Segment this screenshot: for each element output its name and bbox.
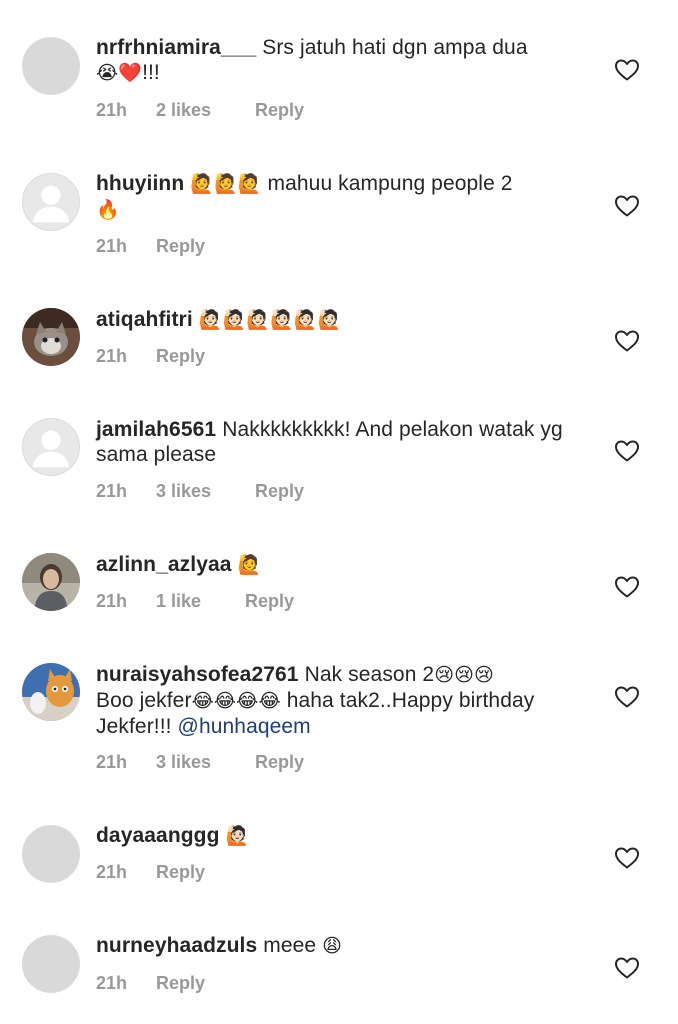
comment-body: nuraisyahsofea2761 Nak season 2😢😢😢 Boo je… xyxy=(96,662,596,739)
comment-username[interactable]: hhuyiinn xyxy=(96,172,184,195)
avatar[interactable] xyxy=(22,825,80,883)
comment-username[interactable]: azlinn_azlyaa xyxy=(96,553,232,576)
comment-emoji: 🙋 xyxy=(237,555,262,576)
heart-icon[interactable] xyxy=(614,58,640,82)
comment-likes[interactable]: 3 likes xyxy=(156,752,211,773)
comment-emoji: 🙋🏻🙋🏻🙋🏻🙋🏻🙋🏻🙋🏻 xyxy=(198,310,342,331)
comment-meta: 21h Reply xyxy=(96,973,205,994)
comment-text: Nak season 2 xyxy=(304,663,435,686)
comment-time: 21h xyxy=(96,236,128,256)
comment-body: nrfrhniamira___ Srs jatuh hati dgn ampa d… xyxy=(96,35,596,86)
comment-body: nurneyhaadzuls meee 😩 xyxy=(96,933,596,959)
default-avatar-icon xyxy=(32,430,70,468)
comment-text: !!! xyxy=(142,61,160,84)
avatar[interactable] xyxy=(22,553,80,611)
comment-time: 21h xyxy=(96,862,128,882)
comment-time: 21h xyxy=(96,752,128,772)
comment-body: dayaaanggg 🙋🏻 xyxy=(96,823,596,849)
heart-icon[interactable] xyxy=(614,439,640,463)
reply-button[interactable]: Reply xyxy=(255,752,304,773)
comment-meta: 21h 3 likes Reply xyxy=(96,752,304,773)
comment-username[interactable]: jamilah6561 xyxy=(96,418,216,441)
comment-meta: 21h Reply xyxy=(96,346,205,367)
comment-username[interactable]: dayaaanggg xyxy=(96,824,220,847)
reply-button[interactable]: Reply xyxy=(156,236,205,257)
comment-emoji: 😢😢😢 xyxy=(434,665,494,686)
comment-body: hhuyiinn 🙋🙋🙋 mahuu kampung people 2 🔥 xyxy=(96,171,596,223)
comment-emoji: 😂😂😂😂 xyxy=(191,691,281,712)
reply-button[interactable]: Reply xyxy=(156,973,205,994)
heart-icon[interactable] xyxy=(614,329,640,353)
comment-likes[interactable]: 1 like xyxy=(156,591,201,612)
reply-button[interactable]: Reply xyxy=(255,481,304,502)
comment-text: Boo jekfer xyxy=(96,689,192,712)
comment-text: mahuu kampung people 2 xyxy=(267,172,513,195)
default-avatar-icon xyxy=(32,185,70,223)
comment-meta: 21h 2 likes Reply xyxy=(96,100,304,121)
comment-likes[interactable]: 2 likes xyxy=(156,100,211,121)
cat-photo-icon xyxy=(22,308,80,366)
heart-icon[interactable] xyxy=(614,685,640,709)
comment-text: meee xyxy=(263,934,317,957)
avatar[interactable] xyxy=(22,418,80,476)
comment-time: 21h xyxy=(96,481,128,501)
comment-meta: 21h 3 likes Reply xyxy=(96,481,304,502)
comment-time: 21h xyxy=(96,100,128,120)
comment-time: 21h xyxy=(96,591,128,611)
avatar[interactable] xyxy=(22,935,80,993)
comment-emoji: 😭❤️ xyxy=(96,63,143,84)
avatar[interactable] xyxy=(22,173,80,231)
comment-time: 21h xyxy=(96,973,128,993)
reply-button[interactable]: Reply xyxy=(245,591,294,612)
reply-button[interactable]: Reply xyxy=(255,100,304,121)
comment-likes[interactable]: 3 likes xyxy=(156,481,211,502)
reply-button[interactable]: Reply xyxy=(156,346,205,367)
avatar[interactable] xyxy=(22,308,80,366)
comment-emoji: 🔥 xyxy=(96,200,120,221)
comment-meta: 21h 1 like Reply xyxy=(96,591,294,612)
heart-icon[interactable] xyxy=(614,846,640,870)
person-photo-icon xyxy=(22,553,80,611)
comment-time: 21h xyxy=(96,346,128,366)
comment-username[interactable]: atiqahfitri xyxy=(96,308,193,331)
comment-meta: 21h Reply xyxy=(96,862,205,883)
heart-icon[interactable] xyxy=(614,194,640,218)
comment-username[interactable]: nurneyhaadzuls xyxy=(96,934,257,957)
comment-username[interactable]: nrfrhniamira___ xyxy=(96,36,256,59)
comment-body: azlinn_azlyaa 🙋 xyxy=(96,552,596,578)
comment-emoji: 🙋🙋🙋 xyxy=(190,174,262,195)
reply-button[interactable]: Reply xyxy=(156,862,205,883)
mention-link[interactable]: @hunhaqeem xyxy=(178,715,311,738)
comment-emoji: 🙋🏻 xyxy=(225,826,250,847)
comment-username[interactable]: nuraisyahsofea2761 xyxy=(96,663,299,686)
avatar[interactable] xyxy=(22,663,80,721)
avatar[interactable] xyxy=(22,37,80,95)
comment-emoji: 😩 xyxy=(322,936,343,957)
comment-text: Srs jatuh hati dgn ampa dua xyxy=(262,36,528,59)
heart-icon[interactable] xyxy=(614,956,640,980)
comment-body: jamilah6561 Nakkkkkkkkk! And pelakon wata… xyxy=(96,417,596,467)
cartoon-cat-icon xyxy=(22,663,80,721)
heart-icon[interactable] xyxy=(614,575,640,599)
comment-meta: 21h Reply xyxy=(96,236,205,257)
comment-body: atiqahfitri 🙋🏻🙋🏻🙋🏻🙋🏻🙋🏻🙋🏻 xyxy=(96,307,596,333)
